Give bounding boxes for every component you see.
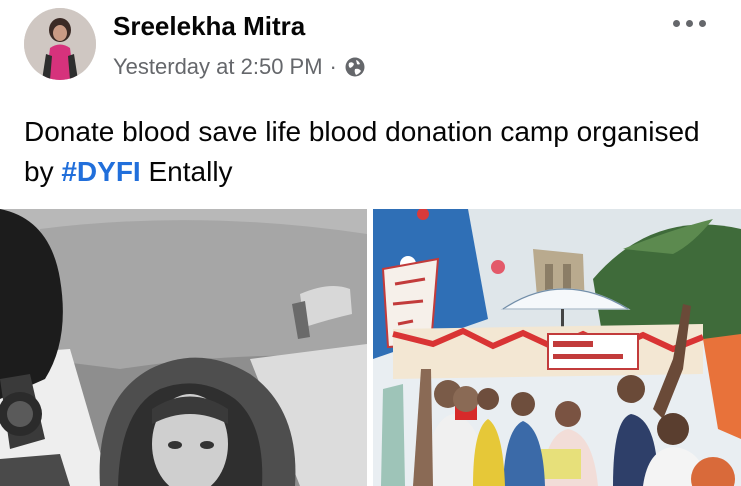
blood-camp-photo[interactable] xyxy=(373,209,741,486)
car-selfie-photo[interactable] xyxy=(0,209,367,486)
more-options-icon[interactable] xyxy=(669,18,709,28)
author-avatar[interactable] xyxy=(24,8,96,80)
more-dot xyxy=(672,19,680,27)
meta-separator: · xyxy=(329,54,337,79)
post-meta: Yesterday at 2:50 PM · xyxy=(113,53,366,81)
author-name[interactable]: Sreelekha Mitra xyxy=(113,11,305,42)
more-dot xyxy=(698,19,706,27)
post-timestamp[interactable]: Yesterday at 2:50 PM xyxy=(113,54,323,80)
post-text-end: Entally xyxy=(140,156,233,187)
post-text: Donate blood save life blood donation ca… xyxy=(24,112,714,192)
hashtag-link[interactable]: #DYFI xyxy=(61,156,140,187)
globe-icon xyxy=(344,56,366,78)
avatar-image xyxy=(24,8,96,80)
more-dot xyxy=(685,19,693,27)
